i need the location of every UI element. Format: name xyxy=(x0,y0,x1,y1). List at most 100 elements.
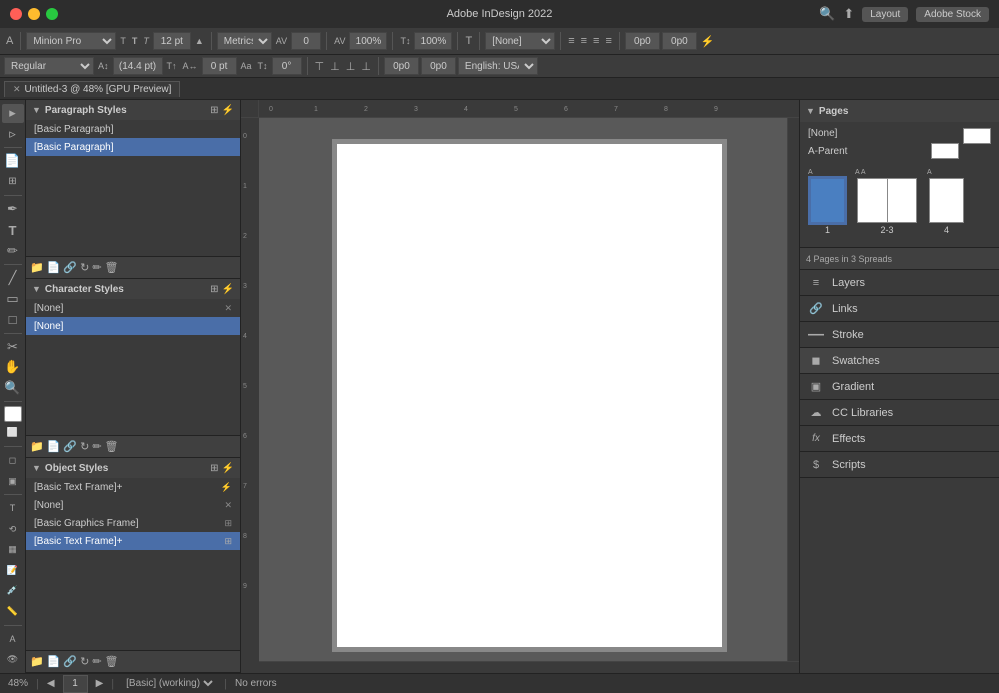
character-styles-add-btn[interactable]: ⚡ xyxy=(222,284,234,295)
layout-button[interactable]: Layout xyxy=(862,7,908,22)
maximize-button[interactable] xyxy=(46,8,58,20)
object-style-none[interactable]: [None] ✕ xyxy=(26,496,240,514)
cs-link-icon[interactable]: 🔗 xyxy=(63,440,77,453)
page23-thumb[interactable]: A A 2-3 xyxy=(855,169,919,235)
page4-thumb[interactable]: A 4 xyxy=(927,169,966,235)
gap-tool-icon[interactable]: ⊞ xyxy=(2,173,24,192)
align-top-icon[interactable]: ⊤ xyxy=(313,60,327,73)
text-icon-bottom[interactable]: A xyxy=(2,630,24,649)
align-justify-icon[interactable]: ≡ xyxy=(603,35,613,47)
value-input2[interactable] xyxy=(662,32,697,50)
os-new-icon[interactable]: 📄 xyxy=(47,655,61,668)
next-page-btn[interactable]: ▶ xyxy=(96,678,104,689)
document-tab[interactable]: ✕ Untitled-3 @ 48% [GPU Preview] xyxy=(4,81,180,97)
font-bold-icon[interactable]: T xyxy=(130,36,140,46)
paragraph-style-basic-2[interactable]: [Basic Paragraph] xyxy=(26,138,240,156)
type-tool-icon[interactable]: A xyxy=(4,35,15,47)
cs-folder-icon[interactable]: 📁 xyxy=(30,440,44,453)
page-number-input[interactable] xyxy=(63,675,88,693)
font-size-input[interactable]: 12 pt xyxy=(153,32,191,50)
language-select[interactable]: English: USA xyxy=(458,57,538,75)
cs-new-icon[interactable]: 📄 xyxy=(47,440,61,453)
font-family-select[interactable]: Minion Pro xyxy=(26,32,116,50)
rect-frame-tool-icon[interactable]: ▭ xyxy=(2,289,24,308)
minimize-button[interactable] xyxy=(28,8,40,20)
font-italic-icon[interactable]: T xyxy=(141,36,151,46)
scripts-panel-item[interactable]: $ Scripts xyxy=(800,452,999,478)
working-style-select[interactable]: [Basic] (working) xyxy=(122,677,216,690)
value-input4[interactable] xyxy=(421,57,456,75)
ps-sync-icon[interactable]: ↻ xyxy=(80,261,89,274)
swatches-panel-item[interactable]: ◼ Swatches xyxy=(800,348,999,374)
ps-delete-icon[interactable]: 🗑 xyxy=(105,261,119,274)
kerning-input[interactable] xyxy=(291,32,321,50)
ps-new-icon[interactable]: 📄 xyxy=(47,261,61,274)
eyedropper-icon[interactable]: 💉 xyxy=(2,582,24,601)
window-controls[interactable] xyxy=(10,8,58,20)
os-delete-icon[interactable]: 🗑 xyxy=(105,655,119,668)
lightning-icon[interactable]: ⚡ xyxy=(699,35,717,48)
gradient-panel-item[interactable]: ▣ Gradient xyxy=(800,374,999,400)
object-styles-header[interactable]: ▼ Object Styles ⊞ ⚡ xyxy=(26,458,240,478)
os-folder-icon[interactable]: 📁 xyxy=(30,655,44,668)
align-bottom-icon[interactable]: ⊥ xyxy=(344,60,358,73)
ps-link-icon[interactable]: 🔗 xyxy=(63,261,77,274)
line-tool-icon[interactable]: ╱ xyxy=(2,269,24,288)
ps-edit-icon[interactable]: ✏ xyxy=(92,261,101,274)
search-icon[interactable]: 🔍 xyxy=(819,6,835,22)
align-middle-icon[interactable]: ⊥ xyxy=(328,60,342,73)
preview-mode-icon[interactable]: ▣ xyxy=(2,472,24,491)
tab-close-icon[interactable]: ✕ xyxy=(13,84,21,95)
layers-panel-item[interactable]: ≡ Layers xyxy=(800,270,999,296)
value-input3[interactable] xyxy=(384,57,419,75)
metrics-select[interactable]: Metrics xyxy=(217,32,272,50)
horizontal-scale-input[interactable] xyxy=(202,57,237,75)
baseline-input[interactable] xyxy=(272,57,302,75)
character-styles-menu-btn[interactable]: ⊞ xyxy=(210,284,218,295)
gradient-swatch-icon[interactable]: ▦ xyxy=(2,540,24,559)
tracking-input[interactable] xyxy=(349,32,387,50)
cc-libraries-panel-item[interactable]: ☁ CC Libraries xyxy=(800,400,999,426)
rect-tool-icon[interactable]: □ xyxy=(2,310,24,329)
selection-tool-icon[interactable]: ▸ xyxy=(2,104,24,123)
align-left-icon[interactable]: ≡ xyxy=(566,35,576,47)
page-tool-icon[interactable]: 📄 xyxy=(2,152,24,171)
show-hide-icon[interactable]: 👁 xyxy=(2,650,24,669)
object-style-basic-text-frame-plus[interactable]: [Basic Text Frame]+ ⊞ xyxy=(26,532,240,550)
normal-mode-icon[interactable]: ◻ xyxy=(2,451,24,470)
measure-icon[interactable]: 📏 xyxy=(2,602,24,621)
effects-panel-item[interactable]: fx Effects xyxy=(800,426,999,452)
horizontal-scrollbar[interactable] xyxy=(259,661,799,673)
vertical-scrollbar[interactable] xyxy=(787,118,799,661)
close-button[interactable] xyxy=(10,8,22,20)
cs-delete-icon[interactable]: 🗑 xyxy=(105,440,119,453)
zoom-tool-icon[interactable]: 🔍 xyxy=(2,379,24,398)
prev-page-btn[interactable]: ◀ xyxy=(47,678,55,689)
share-icon[interactable]: ⬆ xyxy=(843,6,854,22)
object-style-basic-text-frame[interactable]: [Basic Text Frame]+ ⚡ xyxy=(26,478,240,496)
pen-tool-icon[interactable]: ✒ xyxy=(2,200,24,219)
object-style-basic-graphics-frame[interactable]: [Basic Graphics Frame] ⊞ xyxy=(26,514,240,532)
character-style-none-1[interactable]: [None] ✕ xyxy=(26,299,240,317)
fill-color-icon[interactable] xyxy=(4,406,22,422)
object-styles-add-btn[interactable]: ⚡ xyxy=(222,463,234,474)
scissors-tool-icon[interactable]: ✂ xyxy=(2,337,24,356)
paragraph-style-basic-1[interactable]: [Basic Paragraph] xyxy=(26,120,240,138)
paragraph-styles-add-btn[interactable]: ⚡ xyxy=(222,105,234,116)
os-edit-icon[interactable]: ✏ xyxy=(92,655,101,668)
character-style-none-2[interactable]: [None] xyxy=(26,317,240,335)
cs-edit-icon[interactable]: ✏ xyxy=(92,440,101,453)
align-right-icon[interactable]: ≡ xyxy=(591,35,601,47)
os-link-icon[interactable]: 🔗 xyxy=(63,655,77,668)
auto-lead-input[interactable] xyxy=(113,57,163,75)
notes-icon[interactable]: 📝 xyxy=(2,561,24,580)
vertical-scale-input[interactable] xyxy=(414,32,452,50)
pages-panel-header[interactable]: ▼ Pages xyxy=(800,100,999,122)
page1-thumb[interactable]: A 1 xyxy=(808,169,847,235)
frame-type-icon[interactable]: T xyxy=(2,499,24,518)
align-center-icon[interactable]: ≡ xyxy=(579,35,589,47)
style-select[interactable]: [None] xyxy=(485,32,555,50)
stroke-panel-item[interactable]: — Stroke xyxy=(800,322,999,348)
value-input1[interactable] xyxy=(625,32,660,50)
object-styles-menu-btn[interactable]: ⊞ xyxy=(210,463,218,474)
